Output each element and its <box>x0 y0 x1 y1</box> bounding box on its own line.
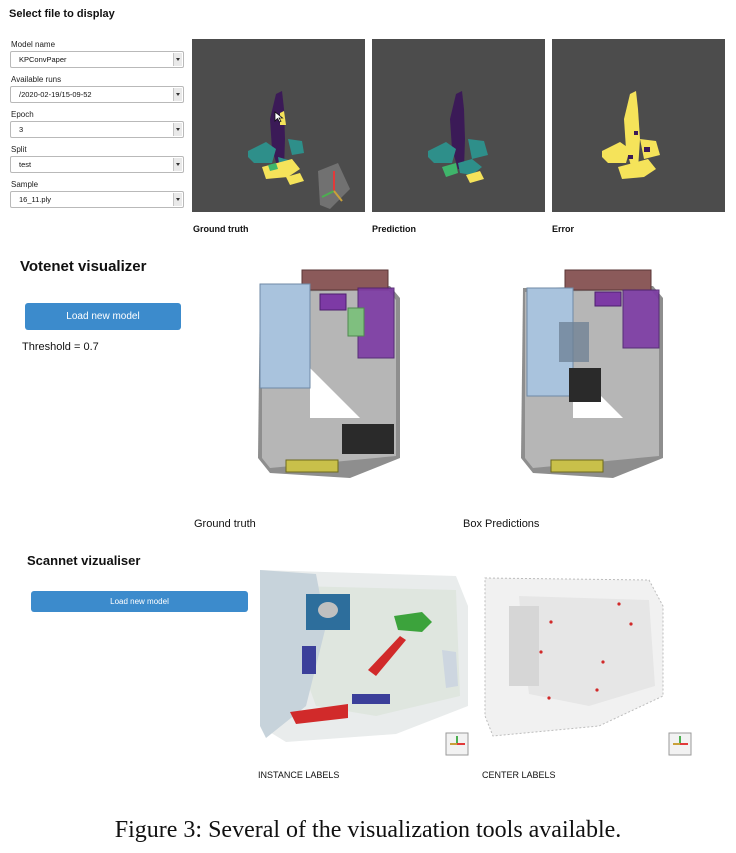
votenet-load-model-button[interactable]: Load new model <box>25 303 181 330</box>
airplane-error-map <box>602 91 660 179</box>
instance-labels-cloud <box>260 570 468 742</box>
airplane-segmentation-pred <box>428 91 488 183</box>
prediction-caption: Prediction <box>372 224 417 234</box>
votenet-title: Votenet visualizer <box>20 258 147 275</box>
sample-select[interactable]: 16_11.ply <box>10 191 184 208</box>
split-value: test <box>19 160 32 169</box>
split-select[interactable]: test <box>10 156 184 173</box>
chevron-down-icon <box>173 53 182 66</box>
chevron-down-icon <box>173 193 182 206</box>
chevron-down-icon <box>173 123 182 136</box>
ground-truth-viewer[interactable] <box>192 39 365 212</box>
model-name-select[interactable]: KPConvPaper <box>10 51 184 68</box>
votenet-pred-room[interactable] <box>513 268 668 480</box>
votenet-gt-caption: Ground truth <box>194 518 256 530</box>
split-label: Split <box>11 145 27 154</box>
scannet-load-model-button[interactable]: Load new model <box>31 591 248 612</box>
sample-label: Sample <box>11 180 39 189</box>
prediction-viewer[interactable] <box>372 39 545 212</box>
figure-caption: Figure 3: Several of the visualization t… <box>114 817 622 843</box>
error-caption: Error <box>552 224 575 234</box>
available-runs-value: /2020-02-19/15-09-52 <box>19 90 92 99</box>
epoch-select[interactable]: 3 <box>10 121 184 138</box>
airplane-segmentation-gt <box>248 91 350 209</box>
kpconv-title: Select file to display <box>9 8 115 20</box>
room-point-cloud-pred <box>521 269 663 478</box>
sample-value: 16_11.ply <box>19 195 51 204</box>
threshold-text: Threshold = 0.7 <box>22 341 99 353</box>
votenet-pred-caption: Box Predictions <box>463 518 540 530</box>
model-name-label: Model name <box>11 40 56 49</box>
instance-labels-caption: INSTANCE LABELS <box>258 770 340 780</box>
center-labels-cloud <box>484 577 664 737</box>
center-labels-view[interactable] <box>479 566 694 756</box>
center-labels-caption: CENTER LABELS <box>482 770 556 780</box>
axes-gizmo-icon[interactable] <box>445 732 469 756</box>
axes-gizmo-icon[interactable] <box>668 732 692 756</box>
votenet-gt-room[interactable] <box>250 268 405 480</box>
available-runs-select[interactable]: /2020-02-19/15-09-52 <box>10 86 184 103</box>
instance-labels-view[interactable] <box>256 566 471 756</box>
available-runs-label: Available runs <box>11 75 62 84</box>
cursor-icon <box>274 111 284 123</box>
scannet-title: Scannet vizualiser <box>27 553 141 568</box>
error-viewer[interactable] <box>552 39 725 212</box>
ground-truth-caption: Ground truth <box>193 224 249 234</box>
epoch-value: 3 <box>19 125 24 134</box>
chevron-down-icon <box>173 88 182 101</box>
chevron-down-icon <box>173 158 182 171</box>
room-point-cloud-gt <box>258 269 400 478</box>
model-name-value: KPConvPaper <box>19 55 67 64</box>
epoch-label: Epoch <box>11 110 34 119</box>
